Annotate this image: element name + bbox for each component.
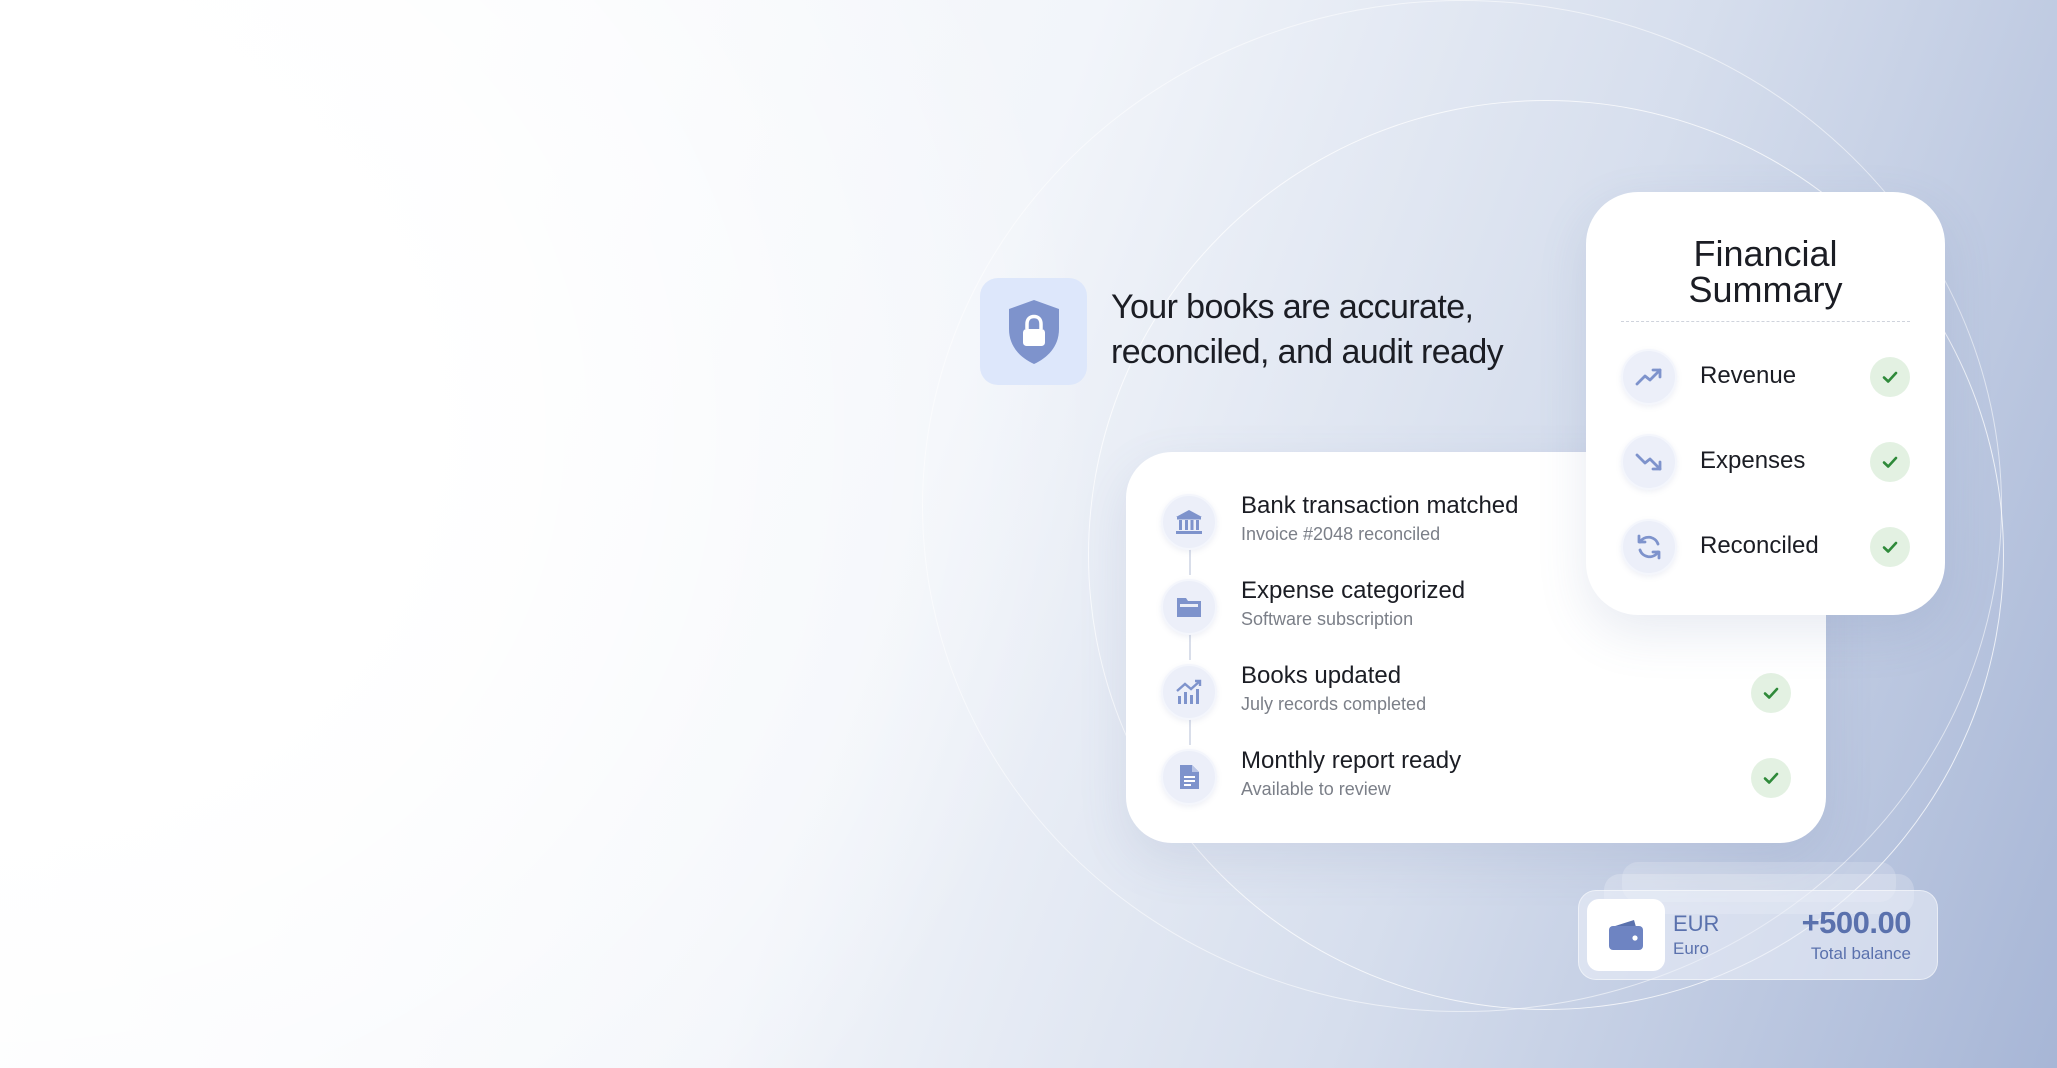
summary-item-reconciled[interactable]: Reconciled [1621,519,1910,575]
activity-subtitle: July records completed [1241,694,1427,714]
bank-icon [1161,494,1217,550]
summary-label: Expenses [1700,447,1806,474]
activity-title: Bank transaction matched [1241,492,1519,519]
activity-subtitle: Software subscription [1241,609,1414,629]
balance-label: Total balance [1810,944,1911,963]
balance-card[interactable]: EUR Euro +500.00 Total balance [1578,890,1938,980]
activity-item-books[interactable]: Books updated July records completed [1161,660,1791,724]
summary-title-line-2: Summary [1688,269,1843,310]
financial-summary-card: Financial Summary Revenue Expenses Recon… [1586,192,1945,615]
wallet-icon [1609,920,1643,950]
check-icon [1870,527,1910,567]
wallet-tile [1587,899,1665,971]
balance-amount: +500.00 [1801,905,1912,940]
check-icon [1751,758,1791,798]
activity-title: Expense categorized [1241,577,1466,604]
refresh-icon [1621,519,1677,575]
summary-divider [1621,321,1910,322]
shield-tile [980,278,1087,385]
document-icon [1161,749,1217,805]
activity-title: Monthly report ready [1241,747,1462,774]
headline-line-2: reconciled, and audit ready [1111,333,1504,371]
check-icon [1870,442,1910,482]
trend-up-icon [1621,349,1677,405]
headline-line-1: Your books are accurate, [1111,288,1474,326]
currency-name: Euro [1673,939,1709,958]
summary-title-line-1: Financial [1693,233,1838,274]
summary-label: Reconciled [1700,532,1819,559]
activity-title: Books updated [1241,662,1402,689]
summary-item-revenue[interactable]: Revenue [1621,349,1910,405]
trend-down-icon [1621,434,1677,490]
activity-subtitle: Invoice #2048 reconciled [1241,524,1441,544]
currency-code: EUR [1673,911,1720,936]
headline: Your books are accurate, reconciled, and… [1111,285,1551,375]
summary-item-expenses[interactable]: Expenses [1621,434,1910,490]
summary-label: Revenue [1700,362,1797,389]
chart-icon [1161,664,1217,720]
activity-item-report[interactable]: Monthly report ready Available to review [1161,745,1791,809]
check-icon [1751,673,1791,713]
shield-lock-icon [1008,299,1059,364]
folder-icon [1161,579,1217,635]
check-icon [1870,357,1910,397]
activity-subtitle: Available to review [1241,779,1391,799]
summary-title: Financial Summary [1586,236,1945,308]
